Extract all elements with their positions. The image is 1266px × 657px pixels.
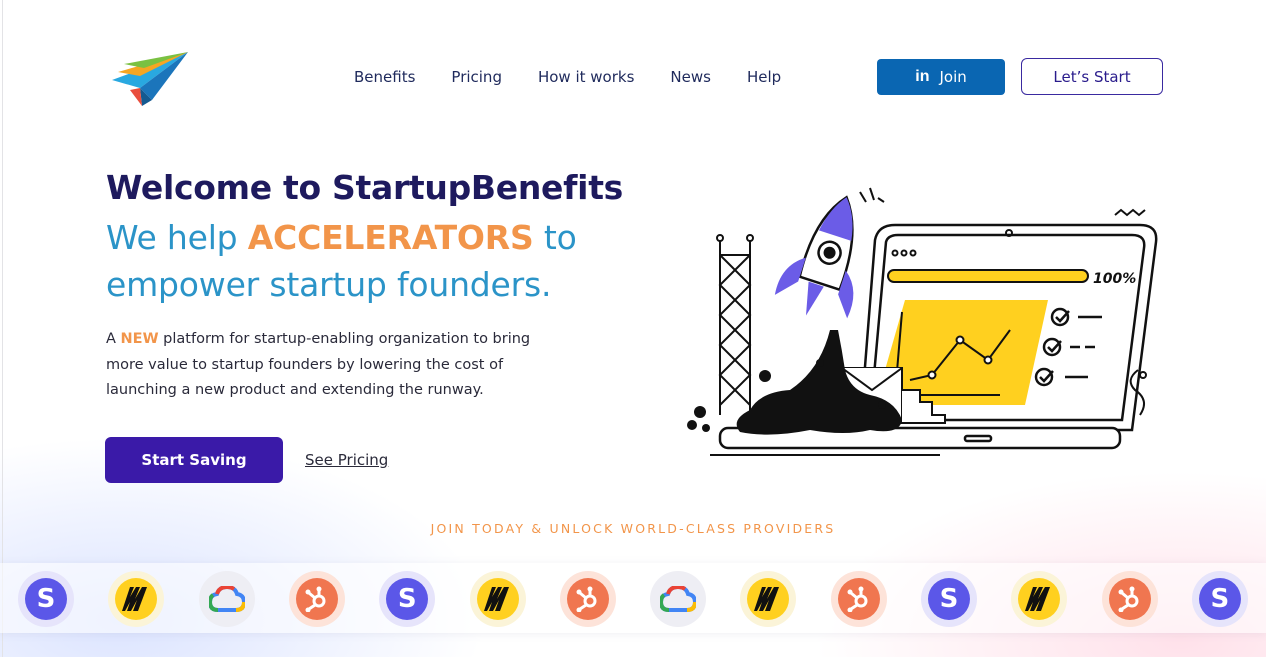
main-nav: Benefits Pricing How it works News Help (354, 68, 817, 86)
hubspot-icon (837, 578, 880, 620)
see-pricing-link[interactable]: See Pricing (305, 451, 388, 469)
linkedin-icon: in (915, 68, 930, 85)
provider-google-cloud-logo (198, 571, 255, 627)
progress-label: 100% (1093, 271, 1136, 287)
stripe-icon: S (928, 578, 970, 620)
desc-post: platform for startup-enabling organizati… (106, 331, 531, 398)
launch-tower (716, 234, 754, 415)
join-label: Join (939, 68, 967, 86)
provider-stripe-logo: S (379, 571, 436, 627)
linkedin-join-button[interactable]: in Join (877, 59, 1005, 95)
hubspot-icon (295, 578, 338, 620)
miro-icon (476, 578, 519, 620)
hero-description: A NEW platform for startup-enabling orga… (106, 327, 536, 404)
miro-icon (1018, 578, 1061, 620)
provider-miro-logo (740, 571, 797, 627)
provider-hubspot-logo (1101, 571, 1158, 627)
hero-subtitle-accent: ACCELERATORS (247, 218, 534, 257)
google-cloud-icon (657, 578, 699, 620)
miro-icon (115, 578, 158, 620)
desc-new-badge: NEW (120, 331, 159, 347)
stripe-icon: S (386, 578, 429, 620)
provider-hubspot-logo (288, 571, 345, 627)
provider-google-cloud-logo (650, 571, 707, 627)
lets-start-button[interactable]: Let’s Start (1021, 58, 1163, 95)
start-saving-button[interactable]: Start Saving (105, 437, 283, 483)
hero-subtitle: We help ACCELERATORS to empower startup … (106, 214, 666, 308)
stripe-glyph: S (1210, 584, 1230, 614)
hero-subtitle-pre: We help (106, 218, 248, 257)
providers-strip (0, 563, 1266, 633)
desc-pre: A (106, 331, 121, 347)
nav-help[interactable]: Help (747, 68, 781, 86)
nav-news[interactable]: News (670, 68, 711, 86)
rocket (774, 195, 854, 319)
provider-miro-logo (469, 571, 526, 627)
provider-hubspot-logo (559, 571, 616, 627)
hero-title: Welcome to StartupBenefits (106, 168, 624, 207)
provider-stripe-logo: S (18, 571, 74, 627)
provider-miro-logo (1011, 571, 1068, 627)
hubspot-icon (1108, 578, 1151, 620)
stripe-icon: S (25, 578, 67, 620)
frame-edge (2, 0, 3, 657)
provider-stripe-logo: S (921, 571, 977, 627)
providers-heading: JOIN TODAY & UNLOCK WORLD-CLASS PROVIDER… (430, 521, 836, 536)
stripe-icon: S (1198, 578, 1241, 620)
miro-icon (747, 578, 790, 620)
provider-miro-logo (108, 571, 165, 627)
rocket-laptop-illustration: 100% (687, 187, 1158, 456)
stripe-glyph: S (36, 584, 56, 614)
stripe-glyph: S (939, 584, 959, 614)
paper-plane-logo-icon[interactable] (110, 50, 190, 108)
nav-how-it-works[interactable]: How it works (538, 68, 634, 86)
nav-pricing[interactable]: Pricing (451, 68, 502, 86)
stripe-glyph: S (397, 584, 417, 614)
provider-hubspot-logo (830, 571, 887, 627)
provider-stripe-logo: S (1191, 571, 1248, 627)
nav-benefits[interactable]: Benefits (354, 68, 415, 86)
hubspot-icon (566, 578, 609, 620)
google-cloud-icon (206, 578, 248, 620)
